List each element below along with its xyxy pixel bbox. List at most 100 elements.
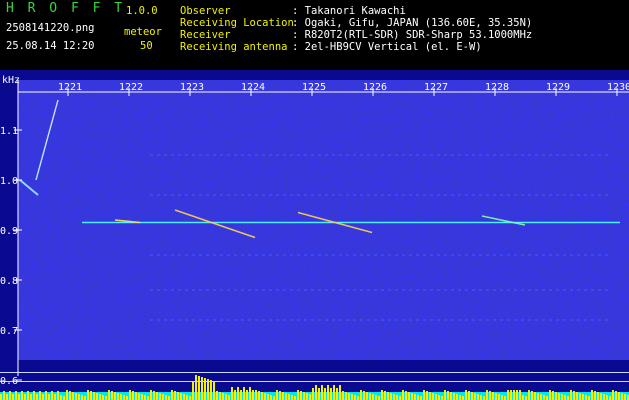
level-bar bbox=[48, 394, 50, 400]
level-bar bbox=[75, 393, 77, 400]
level-bar bbox=[21, 391, 23, 400]
level-bar bbox=[177, 392, 179, 400]
level-bar bbox=[612, 390, 614, 400]
level-bar bbox=[288, 394, 290, 400]
level-bar bbox=[561, 394, 563, 400]
level-bar bbox=[387, 392, 389, 400]
level-bar bbox=[165, 395, 167, 400]
x-tick-label: 1224 bbox=[241, 82, 265, 93]
level-bar bbox=[426, 391, 428, 400]
level-bar bbox=[594, 391, 596, 400]
level-bar bbox=[615, 391, 617, 400]
level-bar bbox=[114, 392, 116, 400]
level-bar bbox=[45, 391, 47, 400]
level-bar bbox=[219, 392, 221, 400]
level-bar bbox=[330, 388, 332, 400]
level-bar bbox=[315, 385, 317, 400]
y-tick-label: 1.1 bbox=[0, 126, 18, 137]
location-value: : Ogaki, Gifu, JAPAN (136.60E, 35.35N) bbox=[292, 17, 533, 29]
level-bar bbox=[24, 394, 26, 400]
level-bar bbox=[537, 393, 539, 400]
level-bar bbox=[123, 395, 125, 400]
level-bar bbox=[585, 395, 587, 400]
level-bar bbox=[402, 390, 404, 400]
level-bar bbox=[441, 396, 443, 400]
level-bar bbox=[339, 385, 341, 400]
level-bar bbox=[84, 396, 86, 400]
antenna-value: : 2el-HB9CV Vertical (el. E-W) bbox=[292, 41, 482, 53]
level-bar bbox=[168, 396, 170, 400]
level-bar bbox=[276, 390, 278, 400]
receiver-value: : R820T2(RTL-SDR) SDR-Sharp 53.1000MHz bbox=[292, 29, 533, 41]
level-bar bbox=[390, 393, 392, 400]
app-version: 1.0.0 bbox=[126, 5, 158, 17]
level-bar bbox=[126, 396, 128, 400]
level-bar bbox=[360, 390, 362, 400]
level-bar bbox=[192, 382, 194, 400]
level-bar bbox=[3, 391, 5, 400]
level-bar bbox=[504, 396, 506, 400]
x-tick-label: 1227 bbox=[424, 82, 448, 93]
level-bar bbox=[81, 395, 83, 400]
antenna-label: Receiving antenna bbox=[180, 41, 288, 53]
level-bar bbox=[609, 396, 611, 400]
level-bar bbox=[432, 393, 434, 400]
level-bar bbox=[408, 392, 410, 400]
x-tick-label: 1228 bbox=[485, 82, 509, 93]
level-bar bbox=[588, 396, 590, 400]
level-bar bbox=[444, 390, 446, 400]
level-bar bbox=[42, 394, 44, 400]
level-bar bbox=[138, 393, 140, 400]
level-bar bbox=[480, 395, 482, 400]
level-bar bbox=[30, 394, 32, 400]
level-bar bbox=[621, 393, 623, 400]
level-bar bbox=[516, 390, 518, 400]
y-tick-label: 0.9 bbox=[0, 226, 18, 237]
level-bar bbox=[492, 392, 494, 400]
level-bar bbox=[336, 388, 338, 400]
level-bar bbox=[153, 391, 155, 400]
level-bar bbox=[264, 393, 266, 400]
level-bar bbox=[414, 394, 416, 400]
x-tick-label: 1221 bbox=[58, 82, 82, 93]
level-bar bbox=[270, 395, 272, 400]
level-bar bbox=[357, 396, 359, 400]
level-bar bbox=[525, 396, 527, 400]
level-bar bbox=[531, 391, 533, 400]
level-bar bbox=[183, 394, 185, 400]
level-bar bbox=[90, 391, 92, 400]
level-bar bbox=[423, 390, 425, 400]
level-bar bbox=[201, 377, 203, 400]
x-tick-label: 1229 bbox=[546, 82, 570, 93]
level-bar bbox=[132, 391, 134, 400]
level-bar bbox=[108, 390, 110, 400]
level-bar bbox=[261, 392, 263, 400]
level-bar bbox=[213, 381, 215, 400]
level-bar bbox=[459, 395, 461, 400]
level-bar bbox=[597, 392, 599, 400]
level-bar bbox=[498, 394, 500, 400]
observer-label: Observer bbox=[180, 5, 231, 17]
level-bar bbox=[6, 394, 8, 400]
level-bar bbox=[210, 380, 212, 400]
level-bar bbox=[603, 394, 605, 400]
level-bar bbox=[51, 391, 53, 400]
level-bar bbox=[144, 395, 146, 400]
level-bar bbox=[567, 396, 569, 400]
level-bar bbox=[375, 395, 377, 400]
level-bar bbox=[411, 393, 413, 400]
level-bar bbox=[246, 390, 248, 400]
level-bar bbox=[222, 393, 224, 400]
level-bar bbox=[564, 395, 566, 400]
level-bar bbox=[60, 395, 62, 400]
level-bar bbox=[513, 390, 515, 400]
level-bar bbox=[618, 392, 620, 400]
spectrogram-chart: kHz 1221 1222 1223 1224 1225 1226 1227 1228 1229 1… bbox=[0, 70, 629, 400]
level-bar bbox=[549, 390, 551, 400]
level-bar bbox=[207, 379, 209, 400]
level-bar bbox=[363, 391, 365, 400]
level-bar bbox=[18, 394, 20, 400]
header-panel: H R O F F T 1.0.0 2508141220.png meteor … bbox=[0, 0, 629, 70]
level-bar bbox=[483, 396, 485, 400]
level-bar bbox=[345, 392, 347, 400]
